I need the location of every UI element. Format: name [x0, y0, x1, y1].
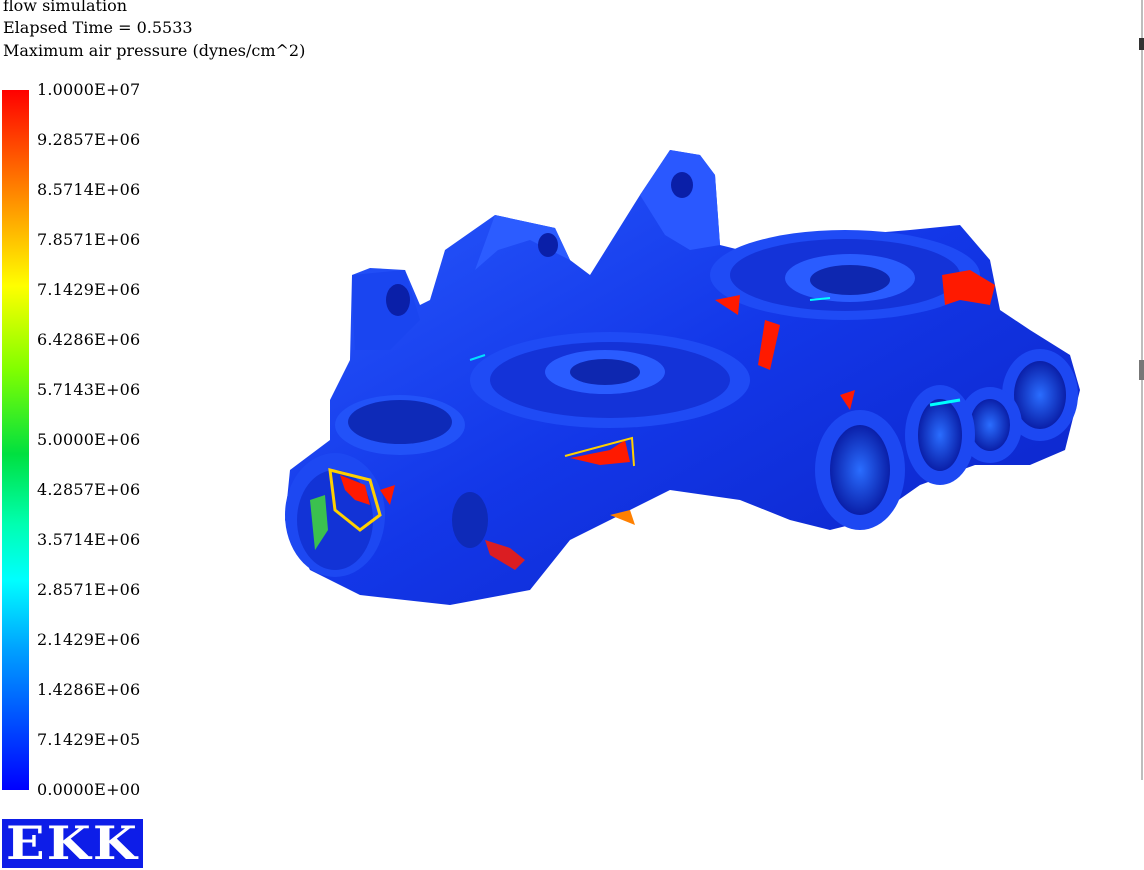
logo-text: EKK	[5, 816, 140, 870]
legend-tick-label: 7.1429E+05	[37, 730, 141, 749]
legend-tick-label: 8.5714E+06	[37, 180, 141, 199]
ekk-logo: EKK	[2, 819, 143, 868]
elapsed-time-label: Elapsed Time = 0.5533	[3, 18, 193, 37]
legend-tick-label: 7.1429E+06	[37, 280, 141, 299]
window-edge	[1141, 0, 1143, 780]
simulation-title: flow simulation	[3, 0, 128, 15]
variable-label: Maximum air pressure (dynes/cm^2)	[3, 41, 306, 60]
legend-tick-label: 1.4286E+06	[37, 680, 141, 699]
legend-tick-label: 6.4286E+06	[37, 330, 141, 349]
legend-tick-label: 2.8571E+06	[37, 580, 141, 599]
legend-tick-label: 5.0000E+06	[37, 430, 141, 449]
scrollbar-marker[interactable]	[1139, 38, 1144, 50]
legend-tick-label: 1.0000E+07	[37, 80, 141, 99]
legend-tick-label: 9.2857E+06	[37, 130, 141, 149]
legend-tick-label: 2.1429E+06	[37, 630, 141, 649]
legend-tick-label: 7.8571E+06	[37, 230, 141, 249]
pressure-contour-model[interactable]	[270, 140, 1100, 620]
legend-tick-label: 3.5714E+06	[37, 530, 141, 549]
legend-tick-label: 0.0000E+00	[37, 780, 141, 799]
scrollbar-thumb[interactable]	[1139, 360, 1144, 380]
legend-tick-label: 5.7143E+06	[37, 380, 141, 399]
legend-tick-label: 4.2857E+06	[37, 480, 141, 499]
color-scale-bar	[2, 90, 29, 790]
